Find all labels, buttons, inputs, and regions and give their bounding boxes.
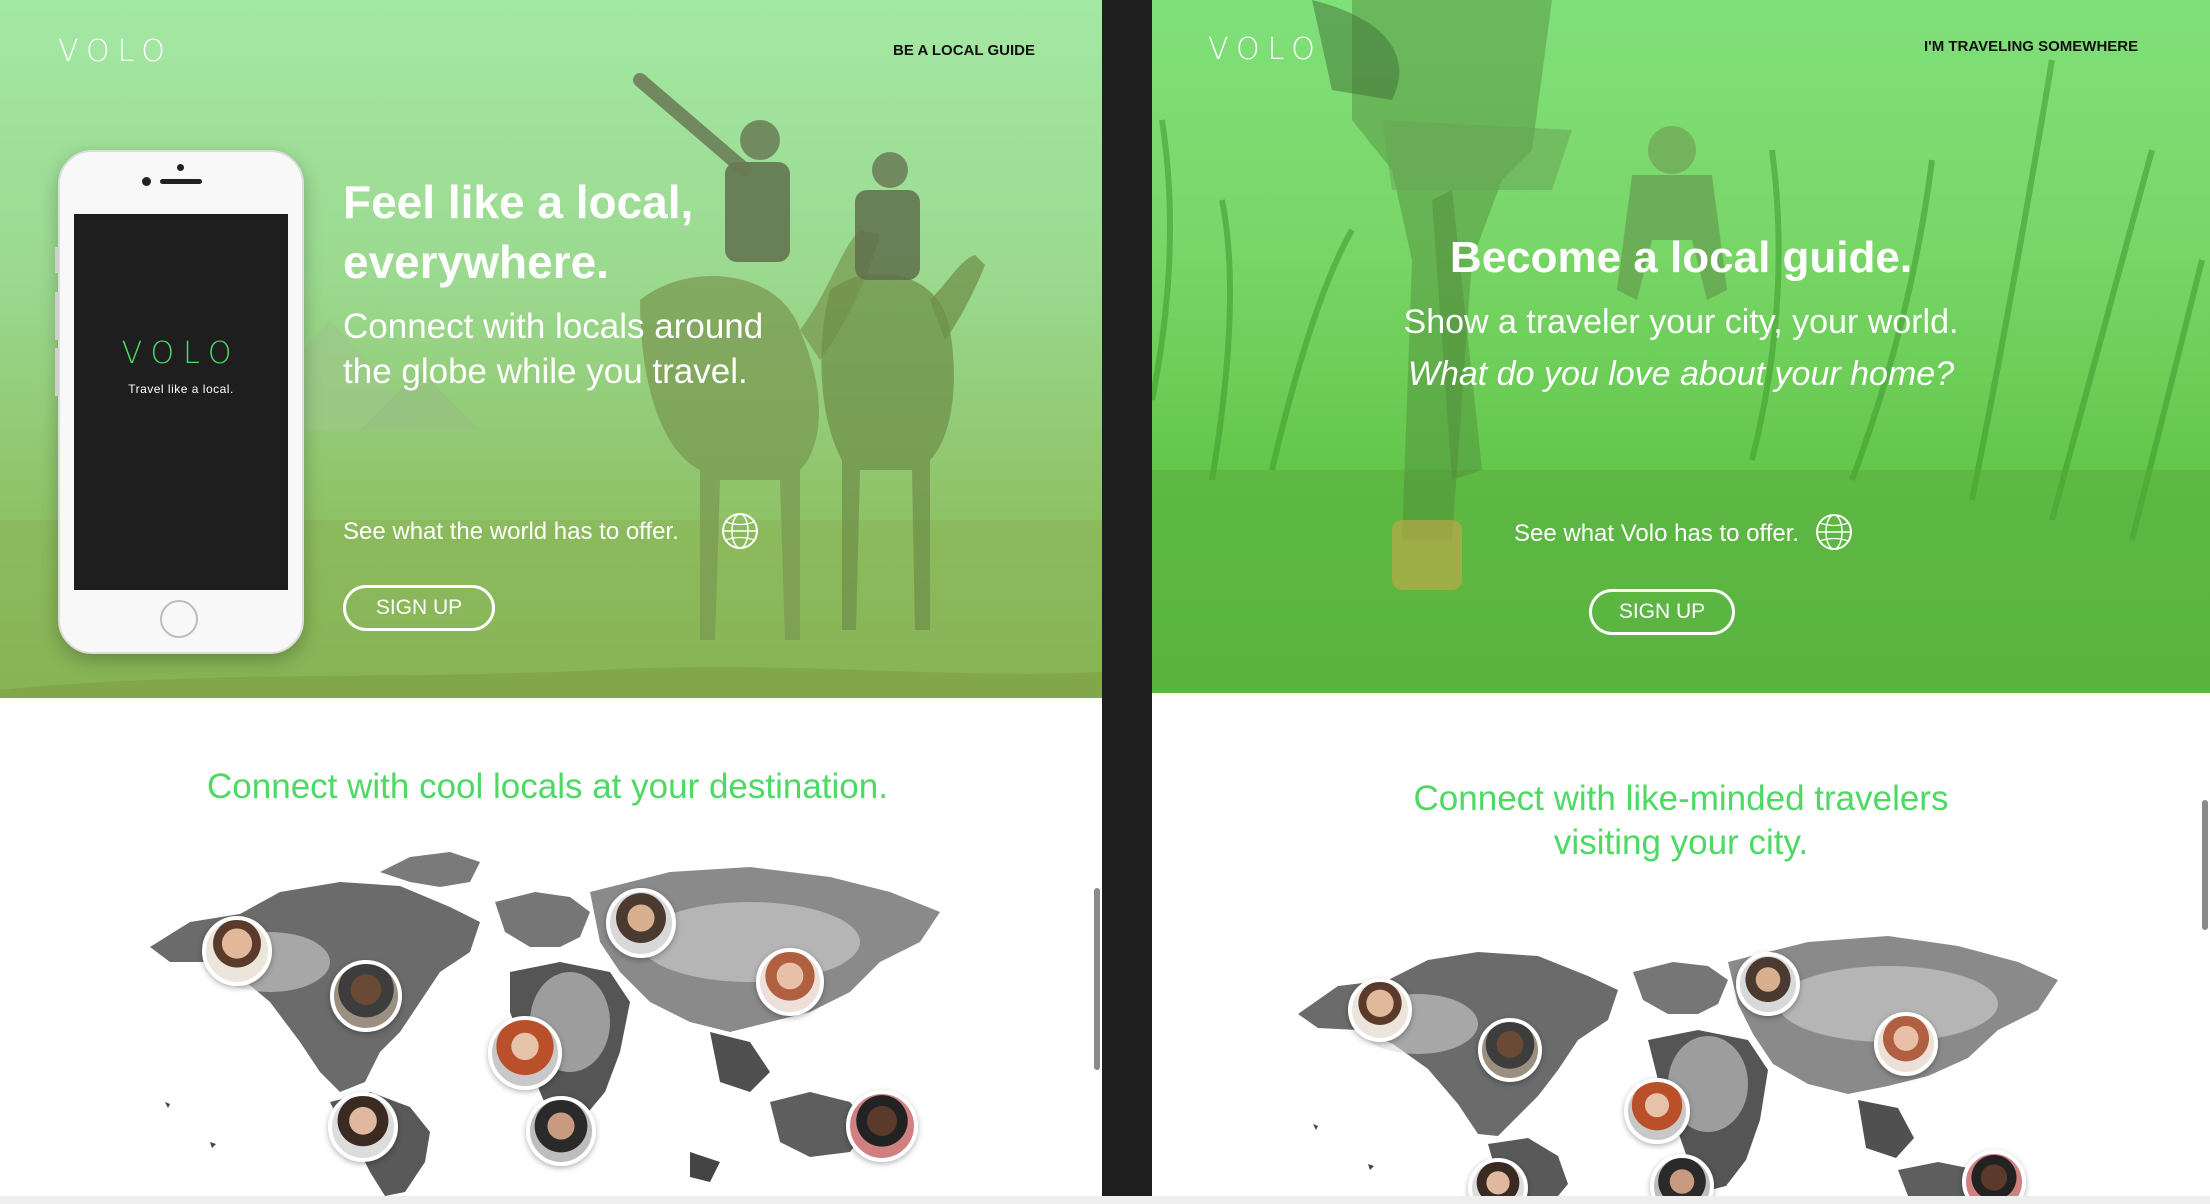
phone-app-tagline: Travel like a local. [128,382,234,396]
phone-volume-down [55,348,59,396]
volo-logo[interactable]: VOLO [1208,32,1323,67]
profile-avatar[interactable] [606,888,676,958]
phone-screen: VOLO Travel like a local. [74,214,288,590]
profile-avatar[interactable] [846,1090,918,1162]
profile-avatar[interactable] [526,1096,596,1166]
phone-side-button [55,247,59,273]
phone-home-button [160,600,198,638]
hero-subheadline-line2: the globe while you travel. [343,352,748,391]
profile-avatar[interactable] [1624,1078,1690,1144]
profile-avatar[interactable] [756,948,824,1016]
profile-avatar[interactable] [1874,1012,1938,1076]
hero-subheadline: Show a traveler your city, your world. [1403,303,1959,341]
profile-avatar[interactable] [1478,1018,1542,1082]
profile-avatar[interactable] [328,1092,398,1162]
volo-logo[interactable]: VOLO [58,34,173,69]
profile-avatar[interactable] [330,960,402,1032]
hero-banner: VOLO I'M TRAVELING SOMEWHERE Become a lo… [1152,0,2210,693]
phone-volume-up [55,292,59,340]
phone-speaker [160,179,202,184]
hero-headline-line1: Feel like a local, [343,176,694,228]
scrollbar-thumb[interactable] [1094,888,1100,1070]
profile-avatar[interactable] [202,916,272,986]
phone-camera [177,164,184,171]
section-title: Connect with cool locals at your destina… [207,767,888,806]
hero-headline: Become a local guide. [1449,233,1913,282]
left-page: VOLO BE A LOCAL GUIDE VOLO Travel like a… [0,0,1102,1196]
right-page: VOLO I'M TRAVELING SOMEWHERE Become a lo… [1152,0,2210,1196]
phone-app-logo: VOLO [121,336,241,371]
traveling-somewhere-link[interactable]: I'M TRAVELING SOMEWHERE [1924,38,2138,55]
profile-avatar[interactable] [488,1016,562,1090]
signup-button[interactable]: SIGN UP [1589,589,1735,635]
hero-tagline: See what the world has to offer. [343,518,679,545]
hero-headline-line2: everywhere. [343,236,609,288]
globe-icon [1816,514,1852,550]
signup-button[interactable]: SIGN UP [343,585,495,631]
profile-avatar[interactable] [1348,978,1412,1042]
hero-banner: VOLO BE A LOCAL GUIDE VOLO Travel like a… [0,0,1102,698]
pane-divider [1102,0,1152,1204]
hero-subheadline-line1: Connect with locals around [343,307,764,346]
window-bottom-edge [0,1196,2210,1204]
hero-tagline: See what Volo has to offer. [1514,520,1800,547]
hero-subheadline: Connect with locals around the globe whi… [343,304,763,394]
be-a-local-guide-link[interactable]: BE A LOCAL GUIDE [893,42,1035,59]
phone-mockup: VOLO Travel like a local. [55,150,304,654]
scrollbar-thumb[interactable] [2202,800,2208,930]
section-title-line1: Connect with like-minded travelers [1413,779,1949,818]
profile-avatar[interactable] [1736,952,1800,1016]
section-title-line2: visiting your city. [1553,823,1809,862]
hero-question: What do you love about your home? [1407,355,1955,393]
hero-headline: Feel like a local, everywhere. [343,172,693,292]
section-title: Connect with like-minded travelers visit… [1152,777,2210,865]
globe-icon [722,513,758,549]
phone-sensor [142,177,151,186]
